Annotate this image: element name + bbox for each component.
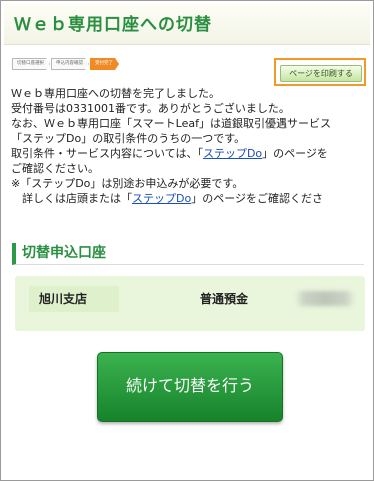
section-title: 切替申込口座 [12,243,364,265]
message-line: ご確認ください。 [11,162,99,175]
step-confirm: 申込内容確認 [51,58,89,70]
continue-switch-button[interactable]: 続けて切替を行う [97,352,283,422]
page-title: Ｗｅｂ専用口座への切替 [14,15,212,35]
message-text: 」のページをご確認くださ [191,192,323,205]
message-line: なお、Ｗｅｂ専用口座「スマートLeaf」は道銀取引優遇サービス [11,117,331,130]
page-frame: Ｗｅｂ専用口座への切替 切替口座選択 申込内容確認 受付完了 ページを印刷する … [0,0,374,481]
branch-name: 旭川支店 [29,286,119,312]
step-do-link-2[interactable]: ステップDo [132,192,191,205]
message-text: 取引条件・サービス内容については、「 [11,147,203,160]
message-line: 取引条件・サービス内容については、「ステップDo」のページを [11,146,373,161]
message-line: 「ステップDo」の取引条件のうちの一つです。 [11,132,246,145]
page-header: Ｗｅｂ専用口座への切替 [4,4,370,45]
message-line: 詳しくは店頭または「ステップDo」のページをご確認くださ [11,191,373,206]
step-select-account: 切替口座選択 [12,58,50,70]
completion-message: Ｗｅｂ専用口座への切替を完了しました。 受付番号は0331001番です。ありがと… [11,86,373,206]
progress-steps: 切替口座選択 申込内容確認 受付完了 [12,58,120,68]
message-line: 受付番号は0331001番です。ありがとうございました。 [11,102,290,115]
step-complete: 受付完了 [90,58,119,70]
account-number-masked: 0123456 [295,291,355,306]
message-text: 詳しくは店頭または「 [11,192,132,205]
message-text: 」のページを [262,147,328,160]
message-line: ※「ステップDo」は別途お申込みが必要です。 [11,177,244,190]
account-info: 旭川支店 普通預金 0123456 [15,276,365,331]
account-type: 普通預金 [200,292,249,306]
message-line: Ｗｅｂ専用口座への切替を完了しました。 [11,87,220,100]
step-do-link[interactable]: ステップDo [203,147,262,160]
print-page-button[interactable]: ページを印刷する [280,65,362,82]
print-button-highlight: ページを印刷する [274,58,366,86]
